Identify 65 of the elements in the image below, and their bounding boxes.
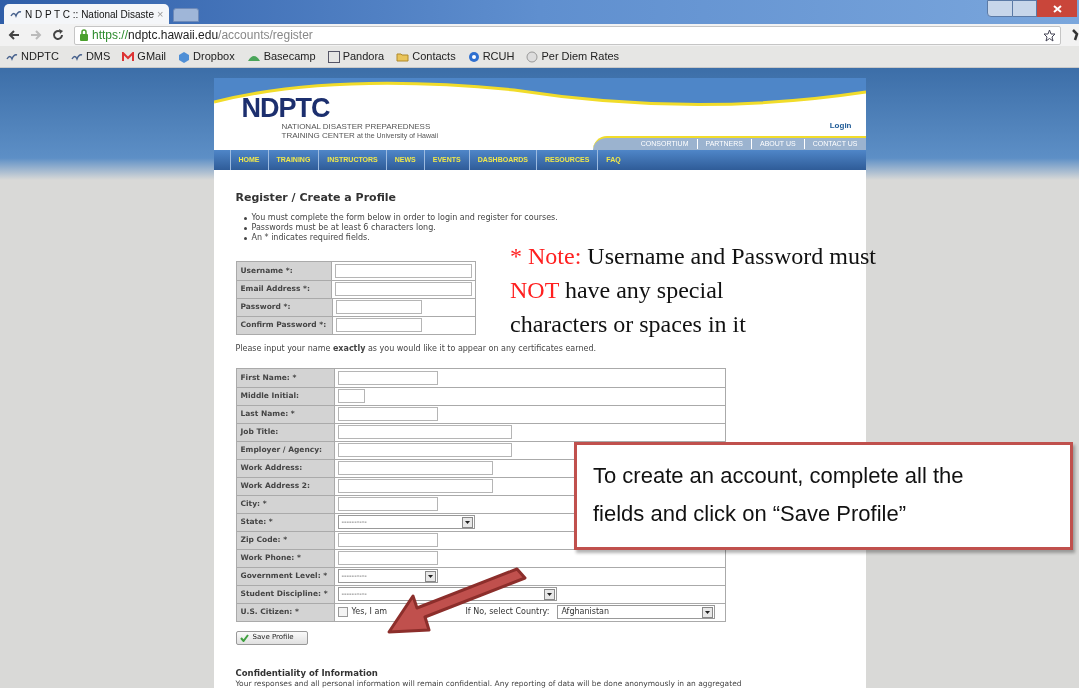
bird-icon: [6, 52, 18, 61]
folder-icon: [396, 51, 410, 62]
section-heading: Confidentiality of Information: [235, 666, 379, 680]
input-field[interactable]: [337, 389, 365, 403]
input-field[interactable]: [334, 282, 472, 296]
input-field[interactable]: [337, 370, 438, 385]
bullet-text: Passwords must be at least 6 characters long.: [251, 222, 436, 233]
padlock-icon: [79, 29, 89, 41]
bullet-icon: [243, 226, 247, 230]
mail-icon: [122, 51, 135, 62]
annotation-note: * Note: Username and Password must NOT have any special characters or spaces in it: [510, 242, 876, 339]
field-label: If No, select Country:: [465, 606, 550, 618]
input-field[interactable]: [337, 497, 438, 511]
new-tab-button[interactable]: [173, 8, 200, 22]
star-icon: [1043, 28, 1056, 42]
checkbox[interactable]: [337, 607, 348, 617]
dropdown[interactable]: Afghanistan: [557, 605, 716, 619]
bird-icon: [10, 10, 22, 18]
bookmark[interactable]: DMS: [70, 48, 111, 65]
reload-icon: [52, 29, 64, 41]
back-arrow-icon: [8, 30, 20, 40]
bookmark[interactable]: Dropbox: [178, 48, 235, 65]
close-window-button[interactable]: [1037, 0, 1077, 17]
tab-title: N D P T C :: National Disaste: [25, 7, 154, 22]
checkbox-label: Yes, I am: [351, 606, 389, 618]
input-field[interactable]: [337, 461, 493, 475]
input-field[interactable]: [337, 479, 493, 493]
bookmark[interactable]: Contacts: [396, 48, 456, 65]
input-field[interactable]: [337, 443, 512, 457]
forward-arrow-icon: [30, 30, 42, 40]
input-field[interactable]: [335, 300, 422, 314]
bookmark[interactable]: GMail: [122, 48, 167, 65]
logo-text: NATIONAL DISASTER PREPAREDNESS: [281, 122, 432, 131]
globe-icon: [526, 50, 539, 63]
page-title: Register / Create a Profile: [235, 190, 398, 206]
input-field[interactable]: [337, 407, 438, 421]
bullet-text: An * indicates required fields.: [251, 232, 370, 243]
bookmark[interactable]: NDPTC: [6, 48, 59, 65]
input-field[interactable]: [337, 533, 438, 547]
restore-button[interactable]: [1013, 0, 1037, 17]
input-field[interactable]: [337, 425, 512, 439]
url-text: https://ndptc.hawaii.edu/accounts/register: [92, 27, 314, 44]
address-field[interactable]: https://ndptc.hawaii.edu/accounts/register: [74, 25, 1061, 45]
logo-mark: NDPTC: [241, 94, 331, 122]
bird-icon: [70, 52, 83, 61]
ball-icon: [467, 50, 480, 63]
login-link[interactable]: Login: [829, 120, 852, 132]
box-icon: [178, 50, 191, 63]
callout-box: To create an account, complete all the fields and click on “Save Profile”: [574, 442, 1073, 550]
bookmark[interactable]: Per Diem Rates: [526, 48, 620, 65]
bookmark[interactable]: RCUH: [467, 48, 515, 65]
input-field[interactable]: [335, 318, 422, 332]
instruction-text: Please input your name exactly as you would like it to appear on any certificates earned.: [235, 342, 598, 355]
bullet-text: You must complete the form below in order to login and register for courses.: [251, 212, 558, 223]
bullet-icon: [243, 216, 247, 220]
browser-tab[interactable]: N D P T C :: National Disaste ×: [4, 4, 170, 24]
bullet-icon: [243, 236, 247, 240]
input-field[interactable]: [334, 263, 472, 278]
minimize-button[interactable]: [987, 0, 1013, 17]
bookmark[interactable]: Pandora: [327, 48, 385, 65]
checkmark-icon: [239, 633, 249, 642]
input-field[interactable]: [337, 551, 438, 565]
square-icon: [327, 50, 340, 63]
bookmark[interactable]: Basecamp: [246, 48, 316, 65]
close-icon: [1052, 4, 1062, 13]
